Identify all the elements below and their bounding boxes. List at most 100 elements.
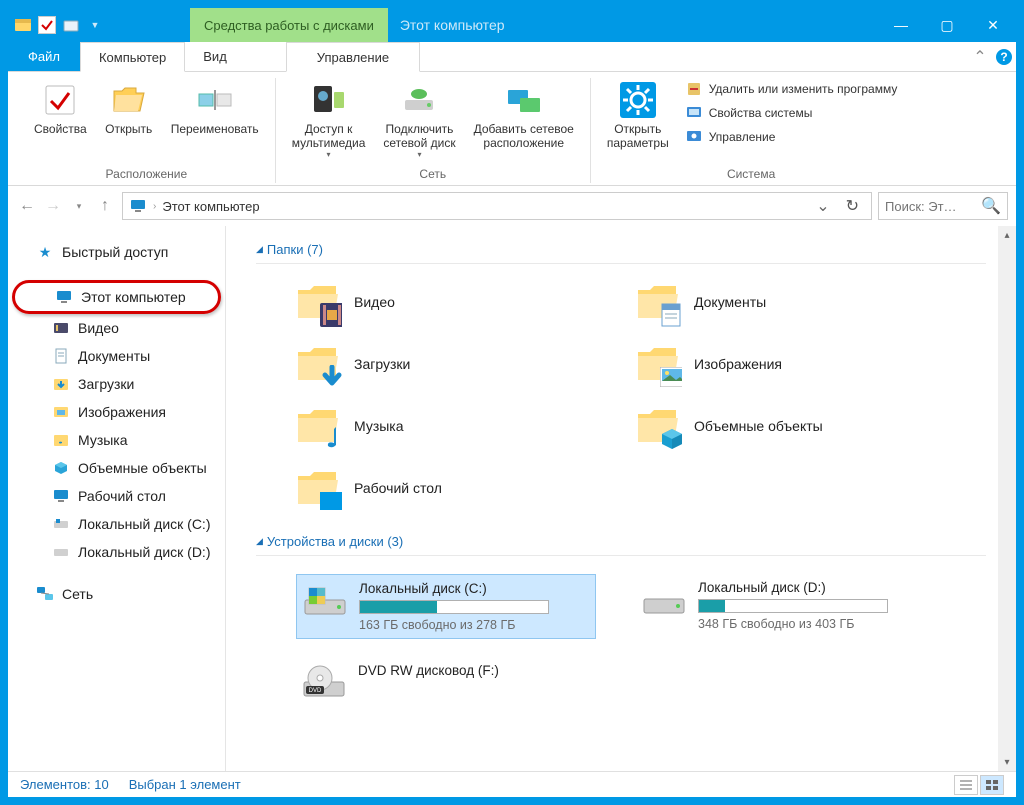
contextual-tab-drive-tools[interactable]: Средства работы с дисками <box>190 8 388 42</box>
sidebar-network[interactable]: Сеть <box>12 580 221 608</box>
drive-c[interactable]: Локальный диск (C:) 163 ГБ свободно из 2… <box>296 574 596 639</box>
ribbon: Свойства Открыть Переименовать Расположе… <box>8 72 1016 186</box>
sidebar-this-pc[interactable]: Этот компьютер <box>12 280 221 314</box>
sidebar-music[interactable]: Музыка <box>12 426 221 454</box>
recent-locations-button[interactable]: ▾ <box>68 195 90 217</box>
drive-c-name: Локальный диск (C:) <box>359 581 589 596</box>
folder-open-icon <box>111 82 147 118</box>
ribbon-group-network: Доступ к мультимедиа ▾ Подключить сетево… <box>276 78 591 183</box>
address-dropdown-icon[interactable]: ⌄ <box>812 196 833 216</box>
status-item-count: Элементов: 10 <box>20 777 109 792</box>
sidebar-drive-c[interactable]: Локальный диск (C:) <box>12 510 221 538</box>
map-network-drive-button[interactable]: Подключить сетевой диск ▾ <box>377 78 461 163</box>
sidebar-3d-objects[interactable]: Объемные объекты <box>12 454 221 482</box>
folder-downloads[interactable]: Загрузки <box>296 342 596 386</box>
documents-folder-icon <box>636 280 680 324</box>
drive-icon <box>52 543 70 561</box>
body: ★ Быстрый доступ Этот компьютер Видео До… <box>8 226 1016 771</box>
3d-objects-folder-icon <box>636 404 680 448</box>
add-network-location-button[interactable]: Добавить сетевое расположение <box>468 78 580 154</box>
sidebar-downloads[interactable]: Загрузки <box>12 370 221 398</box>
star-icon: ★ <box>36 243 54 261</box>
minimize-button[interactable]: — <box>878 8 924 42</box>
drive-d-usage-bar <box>698 599 888 613</box>
drive-f-name: DVD RW дисковод (F:) <box>358 663 590 678</box>
properties-icon <box>42 82 78 118</box>
back-button[interactable]: ← <box>16 195 38 217</box>
section-folders-header[interactable]: ◢Папки (7) <box>256 236 986 263</box>
search-input[interactable] <box>885 199 977 214</box>
forward-button[interactable]: → <box>42 195 64 217</box>
open-button[interactable]: Открыть <box>99 78 159 140</box>
new-folder-qat-icon[interactable] <box>62 16 80 34</box>
drive-d[interactable]: Локальный диск (D:) 348 ГБ свободно из 4… <box>636 574 936 639</box>
help-icon[interactable]: ? <box>992 42 1016 71</box>
folders-grid: Видео Документы Загрузки Изображения <box>256 274 986 528</box>
properties-qat-icon[interactable] <box>38 16 56 34</box>
scrollbar[interactable]: ▴ ▾ <box>998 226 1016 771</box>
drive-c-free-text: 163 ГБ свободно из 278 ГБ <box>359 618 589 632</box>
group-label-network: Сеть <box>286 163 580 183</box>
sidebar-desktop[interactable]: Рабочий стол <box>12 482 221 510</box>
drive-d-icon <box>642 580 686 618</box>
media-access-button[interactable]: Доступ к мультимедиа ▾ <box>286 78 372 163</box>
address-bar[interactable]: › Этот компьютер ⌄ ↻ <box>122 192 872 220</box>
sidebar-quick-access[interactable]: ★ Быстрый доступ <box>12 238 221 266</box>
quick-access-toolbar: ▼ <box>8 8 110 42</box>
sidebar-pictures[interactable]: Изображения <box>12 398 221 426</box>
tab-view[interactable]: Вид <box>185 42 246 71</box>
download-icon <box>52 375 70 393</box>
status-bar: Элементов: 10 Выбран 1 элемент <box>8 771 1016 797</box>
explorer-icon <box>14 16 32 34</box>
sidebar-drive-d[interactable]: Локальный диск (D:) <box>12 538 221 566</box>
explorer-window: ▼ Средства работы с дисками Этот компьют… <box>8 8 1016 797</box>
tab-file[interactable]: Файл <box>8 42 80 71</box>
drive-c-icon <box>303 581 347 619</box>
tab-computer[interactable]: Компьютер <box>80 42 185 72</box>
window-controls: — ▢ ✕ <box>878 8 1016 42</box>
view-large-icons-button[interactable] <box>980 775 1004 795</box>
drive-f[interactable]: DVD DVD RW дисковод (F:) <box>296 657 596 707</box>
sidebar-documents[interactable]: Документы <box>12 342 221 370</box>
search-icon[interactable]: 🔍 <box>981 196 1001 216</box>
scroll-down-icon[interactable]: ▾ <box>998 753 1016 771</box>
section-drives-header[interactable]: ◢Устройства и диски (3) <box>256 528 986 555</box>
group-label-system: Система <box>601 163 901 183</box>
ribbon-group-system: Открыть параметры Удалить или изменить п… <box>591 78 911 183</box>
tab-manage[interactable]: Управление <box>286 42 420 72</box>
folder-music[interactable]: Музыка <box>296 404 596 448</box>
search-box[interactable]: 🔍 <box>878 192 1008 220</box>
open-settings-button[interactable]: Открыть параметры <box>601 78 675 154</box>
group-label-location: Расположение <box>28 163 265 183</box>
this-pc-addr-icon <box>129 197 147 215</box>
folder-pictures[interactable]: Изображения <box>636 342 936 386</box>
folder-3d-objects[interactable]: Объемные объекты <box>636 404 936 448</box>
system-properties-button[interactable]: Свойства системы <box>681 102 902 124</box>
collapse-ribbon-icon[interactable]: ⌃ <box>968 42 992 71</box>
computer-management-icon <box>685 128 703 146</box>
content-pane: ▴ ▾ ◢Папки (7) Видео Документы <box>226 226 1016 771</box>
computer-management-button[interactable]: Управление <box>681 126 902 148</box>
status-selected-count: Выбран 1 элемент <box>129 777 241 792</box>
view-details-button[interactable] <box>954 775 978 795</box>
folder-videos[interactable]: Видео <box>296 280 596 324</box>
address-path: Этот компьютер <box>162 199 806 214</box>
folder-documents[interactable]: Документы <box>636 280 936 324</box>
refresh-button[interactable]: ↻ <box>840 196 865 216</box>
downloads-folder-icon <box>296 342 340 386</box>
window-title: Этот компьютер <box>388 8 517 42</box>
close-button[interactable]: ✕ <box>970 8 1016 42</box>
folder-desktop[interactable]: Рабочий стол <box>296 466 596 510</box>
up-button[interactable]: ↑ <box>94 195 116 217</box>
maximize-button[interactable]: ▢ <box>924 8 970 42</box>
properties-button[interactable]: Свойства <box>28 78 93 140</box>
ribbon-tabs: Файл Компьютер Вид Управление ⌃ ? <box>8 42 1016 72</box>
ribbon-group-location: Свойства Открыть Переименовать Расположе… <box>18 78 276 183</box>
qat-dropdown-icon[interactable]: ▼ <box>86 16 104 34</box>
cube-icon <box>52 459 70 477</box>
uninstall-program-button[interactable]: Удалить или изменить программу <box>681 78 902 100</box>
sidebar-videos[interactable]: Видео <box>12 314 221 342</box>
desktop-icon <box>52 487 70 505</box>
rename-button[interactable]: Переименовать <box>165 78 265 140</box>
scroll-up-icon[interactable]: ▴ <box>998 226 1016 244</box>
